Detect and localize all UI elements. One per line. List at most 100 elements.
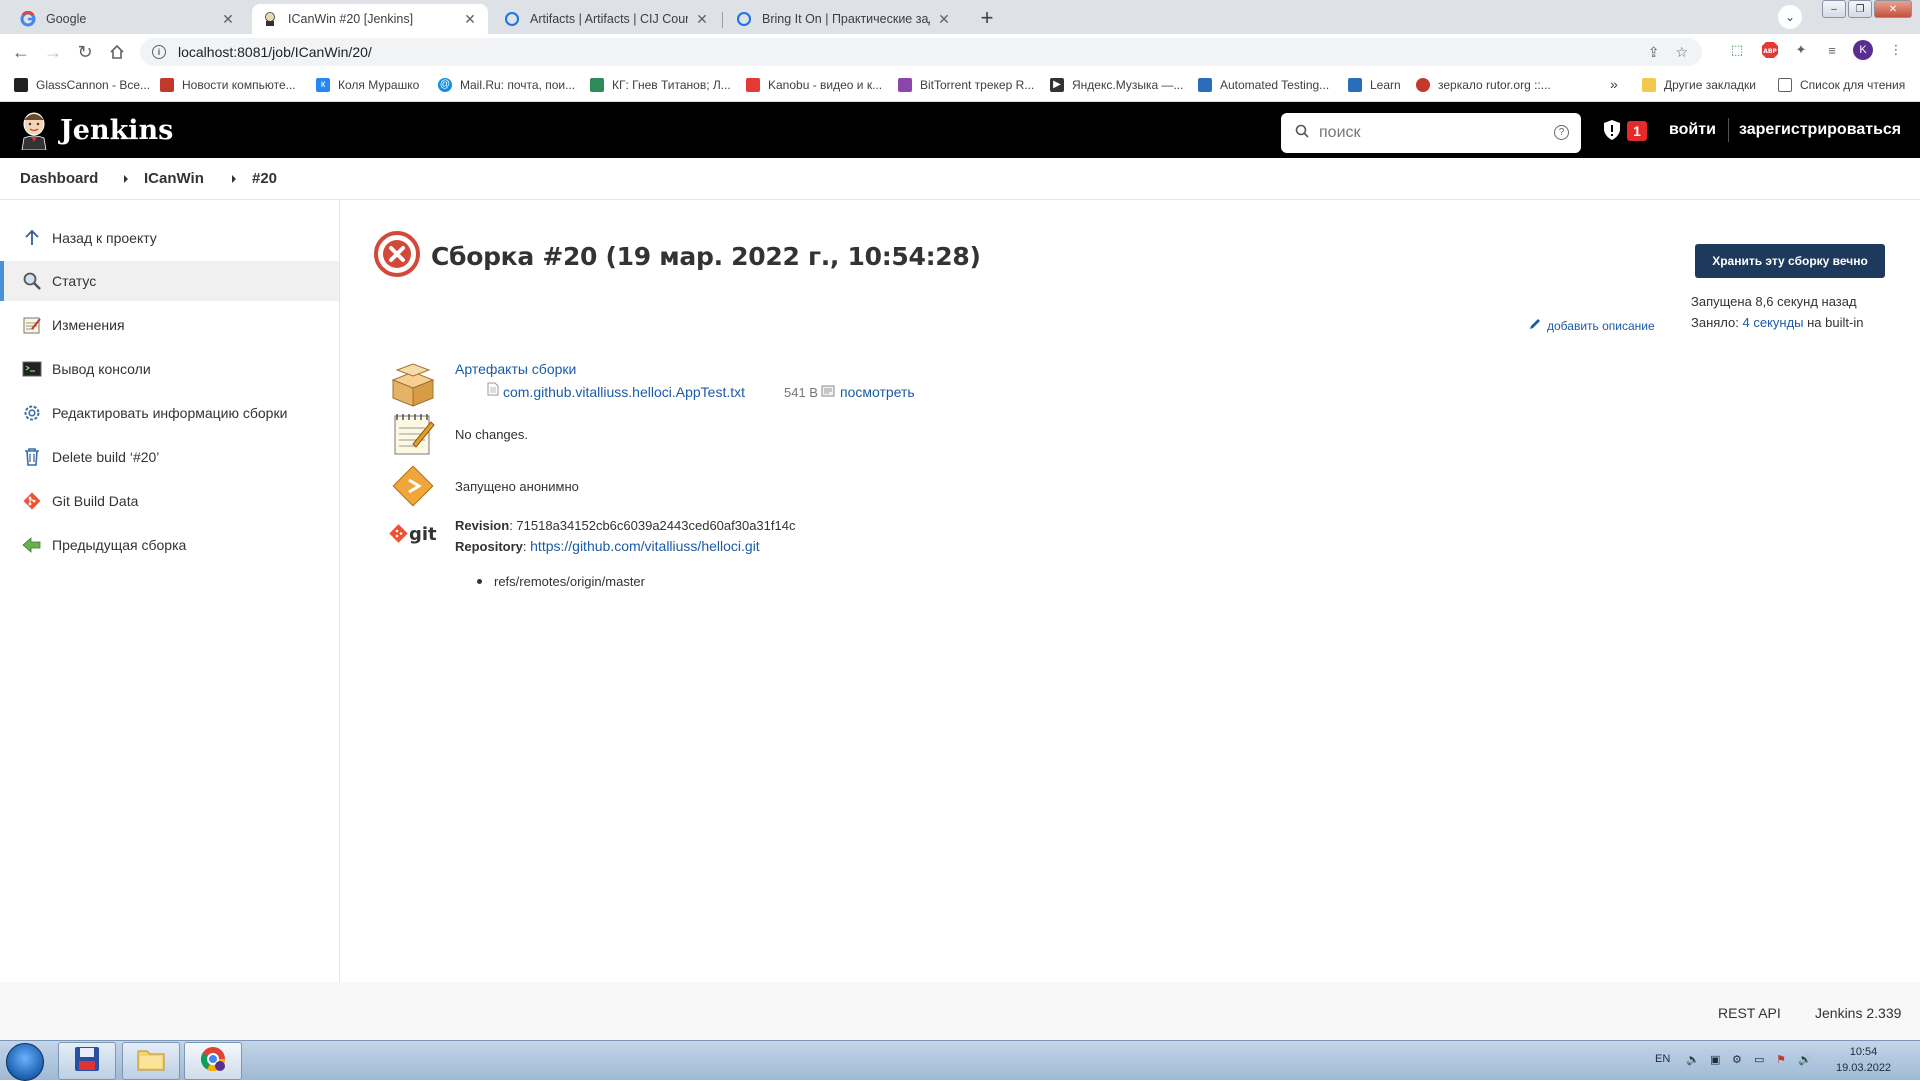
breadcrumb-job[interactable]: ICanWin: [144, 170, 204, 187]
git-revision: Revision: 71518a34152cb6c6039a2443ced60a…: [455, 518, 795, 533]
back-button[interactable]: ←: [9, 40, 33, 64]
close-tab-icon[interactable]: ✕: [936, 11, 952, 28]
rest-api-link[interactable]: REST API: [1718, 1005, 1781, 1021]
sidebar-item-back-to-project[interactable]: Назад к проекту: [0, 218, 339, 258]
close-tab-icon[interactable]: ✕: [462, 11, 478, 28]
tray-speaker-icon[interactable]: 🔈: [1686, 1053, 1700, 1066]
bookmark-star-icon[interactable]: ☆: [1675, 44, 1688, 61]
start-button-icon[interactable]: [6, 1043, 44, 1081]
taskbar-app-explorer[interactable]: [122, 1042, 180, 1080]
sidebar-item-label: Изменения: [52, 317, 125, 333]
bookmark-item[interactable]: @ Mail.Ru: почта, пои...: [438, 78, 575, 92]
artifacts-heading-link[interactable]: Артефакты сборки: [455, 361, 576, 377]
site-info-icon[interactable]: i: [152, 45, 166, 59]
alert-count-badge[interactable]: 1: [1627, 121, 1647, 141]
new-tab-button[interactable]: +: [974, 5, 1000, 31]
tray-nvidia-icon[interactable]: ▣: [1710, 1053, 1720, 1066]
jenkins-logo-link[interactable]: Jenkins: [18, 110, 173, 151]
bookmark-item[interactable]: к Коля Мурашко: [316, 78, 419, 92]
search-help-icon[interactable]: ?: [1554, 125, 1569, 140]
keep-build-forever-button[interactable]: Хранить эту сборку вечно: [1695, 244, 1885, 278]
profile-avatar[interactable]: K: [1853, 40, 1873, 60]
browser-tab-artifacts[interactable]: Artifacts | Artifacts | CIJ Coursew ✕: [494, 4, 720, 34]
adblock-icon[interactable]: ABP: [1760, 40, 1780, 60]
browser-tab-bring-it-on[interactable]: Bring It On | Практические зада ✕: [726, 4, 962, 34]
sidebar-item-edit-build-info[interactable]: Редактировать информацию сборки: [0, 393, 339, 433]
login-link[interactable]: войти: [1669, 121, 1716, 139]
play-icon: ▶: [1050, 78, 1064, 92]
sidebar-item-changes[interactable]: Изменения: [0, 305, 339, 345]
taskbar-app-save[interactable]: [58, 1042, 116, 1080]
browser-tab-jenkins[interactable]: ICanWin #20 [Jenkins] ✕: [252, 4, 488, 34]
package-icon: [389, 360, 437, 408]
reading-list-button[interactable]: Список для чтения: [1778, 78, 1905, 92]
forward-button[interactable]: →: [41, 40, 65, 64]
repository-link[interactable]: https://github.com/vitalliuss/helloci.gi…: [530, 538, 760, 554]
view-artifact-link[interactable]: посмотреть: [840, 384, 915, 400]
sidebar-item-console-output[interactable]: Вывод консоли: [0, 349, 339, 389]
tray-flag-icon[interactable]: ⚑: [1776, 1053, 1786, 1066]
maximize-button[interactable]: ❐: [1848, 0, 1872, 18]
security-alert-icon[interactable]: [1603, 119, 1621, 146]
close-tab-icon[interactable]: ✕: [694, 11, 710, 28]
bookmark-item[interactable]: Новости компьюте...: [160, 78, 296, 92]
bookmark-label: Mail.Ru: почта, пои...: [460, 78, 576, 92]
input-language[interactable]: EN: [1655, 1053, 1670, 1065]
duration-prefix: Заняло:: [1691, 315, 1743, 330]
register-link[interactable]: зарегистрироваться: [1739, 121, 1901, 139]
reload-button[interactable]: ↻: [73, 40, 97, 64]
duration-link[interactable]: 4 секунды: [1743, 315, 1804, 330]
trash-icon: [20, 445, 44, 469]
bookmark-item[interactable]: ▶ Яндекс.Музыка —...: [1050, 78, 1183, 92]
tray-display-icon[interactable]: ▭: [1754, 1053, 1764, 1066]
taskbar-app-chrome[interactable]: [184, 1042, 242, 1080]
extensions-puzzle-icon[interactable]: ✦: [1791, 40, 1811, 60]
bookmark-item[interactable]: КГ: Гнев Титанов; Л...: [590, 78, 731, 92]
browser-menu-icon[interactable]: ⋮: [1886, 40, 1906, 60]
close-tab-icon[interactable]: ✕: [220, 11, 236, 28]
artifact-file-link[interactable]: com.github.vitalliuss.helloci.AppTest.tx…: [503, 384, 745, 400]
jenkins-version-link[interactable]: Jenkins 2.339: [1815, 1005, 1901, 1021]
git-repository: Repository: https://github.com/vitallius…: [455, 538, 760, 554]
sidebar-item-git-build-data[interactable]: Git Build Data: [0, 481, 339, 521]
breadcrumb-chevron-icon[interactable]: [232, 175, 236, 183]
bookmark-item[interactable]: Kanobu - видео и к...: [746, 78, 882, 92]
tray-network-icon[interactable]: ⚙: [1732, 1053, 1742, 1066]
tab-search-button[interactable]: ⌄: [1778, 5, 1802, 29]
build-started-text: Запущена 8,6 секунд назад: [1691, 294, 1857, 309]
more-bookmarks-button[interactable]: »: [1610, 76, 1618, 92]
system-clock[interactable]: 10:54 19.03.2022: [1836, 1044, 1891, 1076]
vk-icon: к: [316, 78, 330, 92]
sidebar-item-previous-build[interactable]: Предыдущая сборка: [0, 525, 339, 565]
other-bookmarks-folder[interactable]: Другие закладки: [1642, 78, 1756, 92]
breadcrumb-chevron-icon[interactable]: [124, 175, 128, 183]
media-control-icon[interactable]: ≡: [1822, 40, 1842, 60]
bookmark-item[interactable]: GlassCannon - Все...: [14, 78, 150, 92]
search-input[interactable]: [1319, 124, 1539, 142]
breadcrumb-build[interactable]: #20: [252, 170, 277, 187]
sidebar-item-status[interactable]: Статус: [0, 261, 339, 301]
arrow-up-icon: [20, 226, 44, 250]
bookmark-item[interactable]: Automated Testing...: [1198, 78, 1329, 92]
search-icon: [1295, 124, 1309, 143]
minimize-button[interactable]: –: [1822, 0, 1846, 18]
bullet-icon: [477, 579, 482, 584]
bookmark-label: зеркало rutor.org ::...: [1438, 78, 1551, 92]
bookmark-label: Коля Мурашко: [338, 78, 420, 92]
home-button[interactable]: [105, 40, 129, 64]
share-icon[interactable]: ⇪: [1648, 44, 1660, 61]
bookmark-item[interactable]: зеркало rutor.org ::...: [1416, 78, 1551, 92]
clock-time: 10:54: [1849, 1046, 1878, 1058]
search-box[interactable]: ?: [1281, 113, 1581, 153]
bookmark-item[interactable]: BitTorrent трекер R...: [898, 78, 1034, 92]
add-description-link[interactable]: добавить описание: [1528, 317, 1655, 334]
browser-tab-strip: Google ✕ ICanWin #20 [Jenkins] ✕ Artifac…: [0, 0, 1920, 34]
breadcrumb-dashboard[interactable]: Dashboard: [20, 170, 98, 187]
sidebar-item-delete-build[interactable]: Delete build ‘#20’: [0, 437, 339, 477]
close-window-button[interactable]: ✕: [1874, 0, 1912, 18]
bookmark-item[interactable]: Learn: [1348, 78, 1401, 92]
address-bar[interactable]: i localhost:8081/job/ICanWin/20/ ⇪ ☆: [140, 38, 1702, 66]
browser-tab-google[interactable]: Google ✕: [10, 4, 246, 34]
tray-volume-icon[interactable]: 🔊: [1798, 1053, 1812, 1066]
extension-icon[interactable]: ⬚: [1727, 40, 1747, 60]
